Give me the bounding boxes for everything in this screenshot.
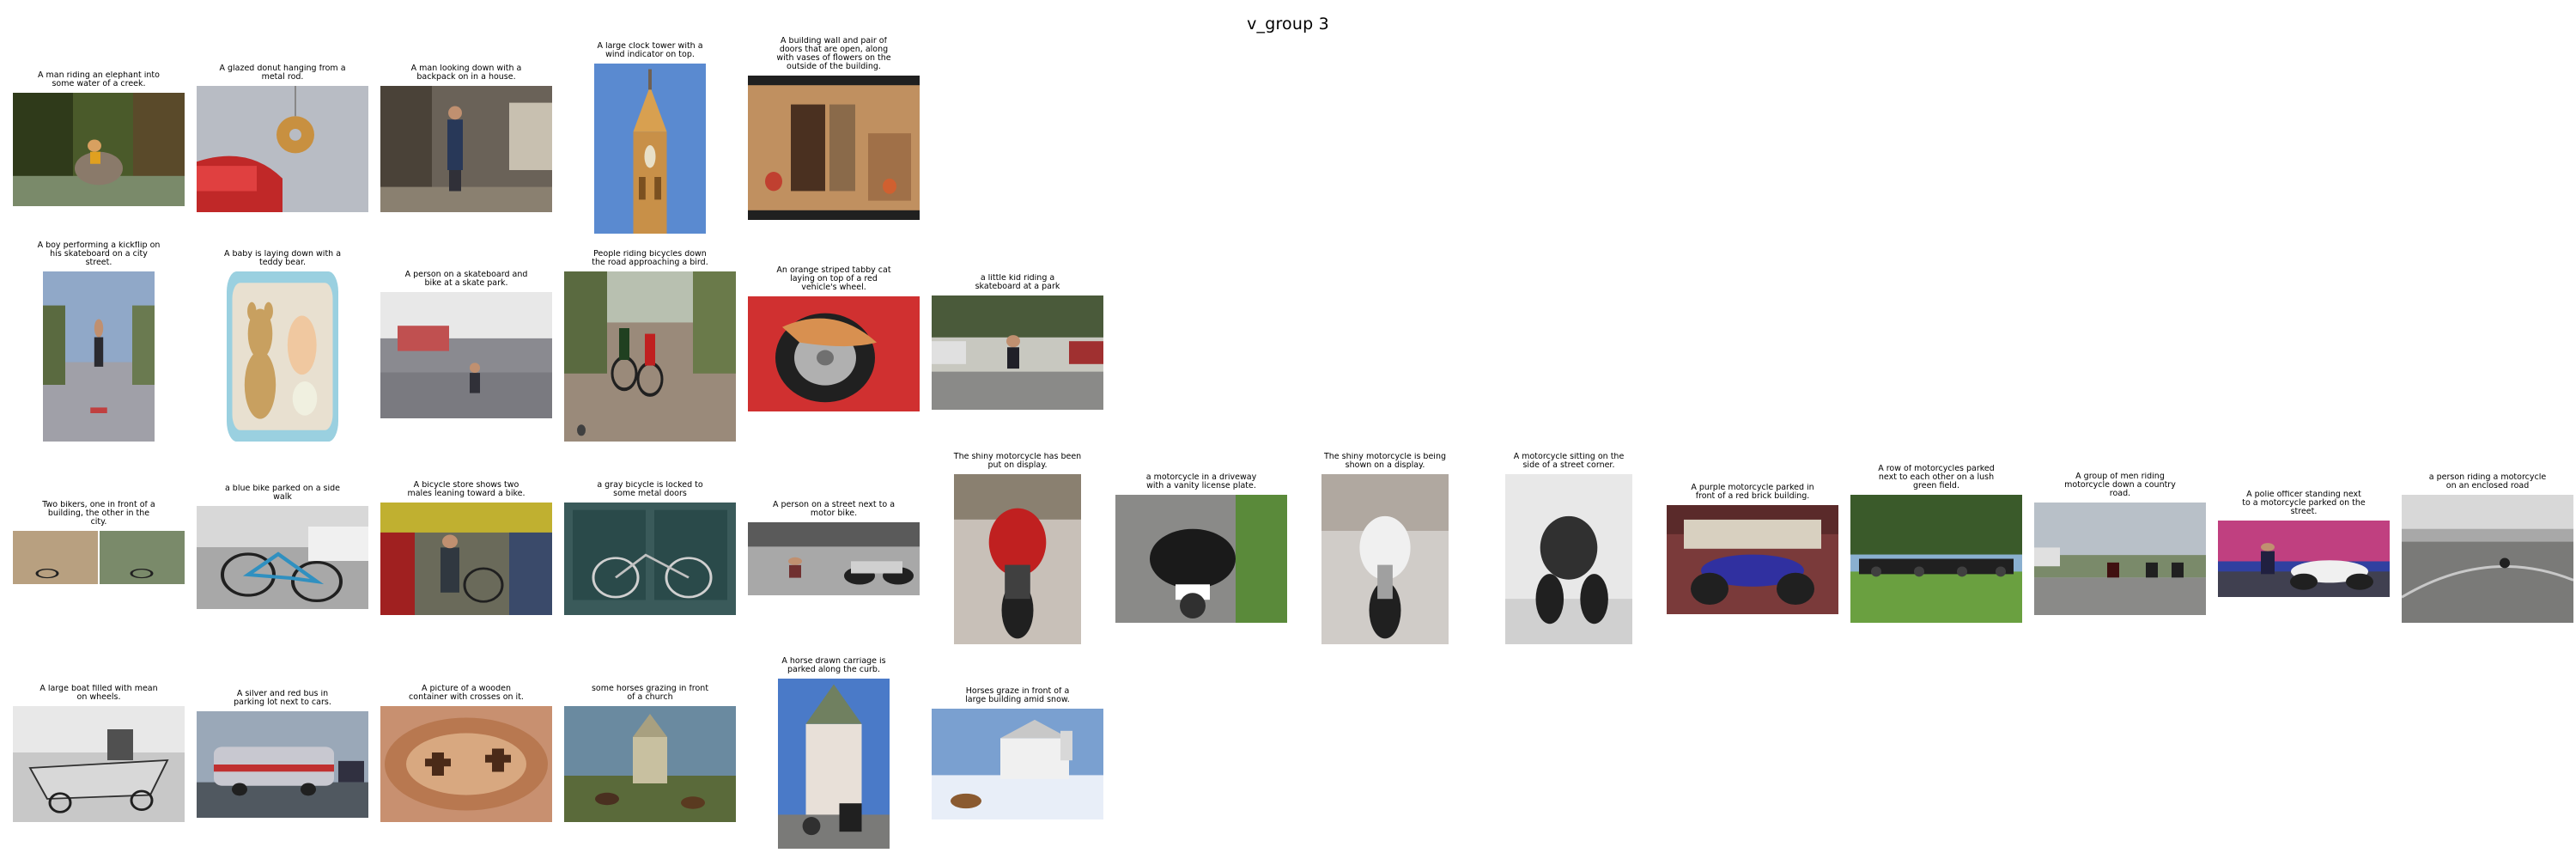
image-caption: A man riding an elephant into some water… xyxy=(38,71,160,88)
thumbnail-image xyxy=(748,76,920,220)
thumbnail-image xyxy=(594,64,706,234)
image-caption: The shiny motorcycle is being shown on a… xyxy=(1323,453,1446,470)
image-caption: A building wall and pair of doors that a… xyxy=(776,37,891,71)
image-caption: A horse drawn carriage is parked along t… xyxy=(781,657,886,674)
image-caption: a blue bike parked on a side walk xyxy=(224,484,341,502)
thumbnail-image xyxy=(2034,503,2206,615)
image-caption: A boy performing a kickflip on his skate… xyxy=(37,241,161,267)
thumbnail-image xyxy=(380,292,552,418)
thumbnail-image xyxy=(778,679,890,849)
thumbnail-image xyxy=(564,271,736,442)
thumbnail-image xyxy=(197,711,368,818)
image-caption: A large boat filled with mean on wheels. xyxy=(39,685,158,702)
thumbnail-image xyxy=(197,86,368,212)
thumbnail-image xyxy=(2218,521,2390,597)
image-caption: A bicycle store shows two males leaning … xyxy=(407,481,526,498)
thumbnail-image xyxy=(197,506,368,609)
thumbnail-image xyxy=(380,503,552,615)
image-caption: A polie officer standing next to a motor… xyxy=(2242,490,2366,516)
thumbnail-image xyxy=(1115,495,1287,623)
image-caption: A glazed donut hanging from a metal rod. xyxy=(219,64,346,82)
image-caption: some horses grazing in front of a church xyxy=(591,685,709,702)
thumbnail-image xyxy=(1667,505,1838,614)
thumbnail-image xyxy=(748,296,920,411)
image-caption: People riding bicycles down the road app… xyxy=(592,250,708,267)
image-caption: A group of men riding motorcycle down a … xyxy=(2064,472,2176,498)
image-caption: a little kid riding a skateboard at a pa… xyxy=(975,274,1060,291)
image-caption: a motorcycle in a driveway with a vanity… xyxy=(1145,473,1257,490)
image-caption: The shiny motorcycle has been put on dis… xyxy=(953,453,1082,470)
thumbnail-image xyxy=(13,93,185,206)
image-caption: a person riding a motorcycle on an enclo… xyxy=(2428,473,2547,490)
image-caption: Two bikers, one in front of a building, … xyxy=(42,501,155,527)
image-caption: A large clock tower with a wind indicato… xyxy=(597,42,703,59)
image-caption: A man looking down with a backpack on in… xyxy=(410,64,522,82)
thumbnail-image xyxy=(564,706,736,822)
thumbnail-image xyxy=(227,271,338,442)
thumbnail-image xyxy=(13,706,185,822)
image-caption: A purple motorcycle parked in front of a… xyxy=(1691,484,1814,501)
thumbnail-image xyxy=(1850,495,2022,623)
image-caption: An orange striped tabby cat laying on to… xyxy=(776,266,891,292)
thumbnail-image xyxy=(43,271,155,442)
thumbnail-image xyxy=(380,706,552,822)
thumbnail-image xyxy=(13,531,185,584)
image-caption: A person on a skateboard and bike at a s… xyxy=(404,271,528,288)
thumbnail-image xyxy=(932,295,1103,410)
image-caption: A baby is laying down with a teddy bear. xyxy=(223,250,342,267)
thumbnail-image xyxy=(932,709,1103,819)
image-caption: a gray bicycle is locked to some metal d… xyxy=(597,481,703,498)
thumbnail-image xyxy=(1321,474,1449,644)
image-caption: A motorcycle sitting on the side of a st… xyxy=(1513,453,1625,470)
image-caption: Horses graze in front of a large buildin… xyxy=(965,687,1070,704)
thumbnail-image xyxy=(748,522,920,595)
image-caption: A row of motorcycles parked next to each… xyxy=(1878,465,1995,490)
thumbnail-image xyxy=(2402,495,2573,623)
thumbnail-image xyxy=(954,474,1081,644)
figure-title: v_group 3 xyxy=(1247,15,1329,34)
thumbnail-image xyxy=(380,86,552,212)
image-caption: A silver and red bus in parking lot next… xyxy=(234,690,331,707)
image-caption: A person on a street next to a motor bik… xyxy=(772,501,896,518)
thumbnail-image xyxy=(1505,474,1632,644)
thumbnail-image xyxy=(564,503,736,615)
image-caption: A picture of a wooden container with cro… xyxy=(409,685,524,702)
